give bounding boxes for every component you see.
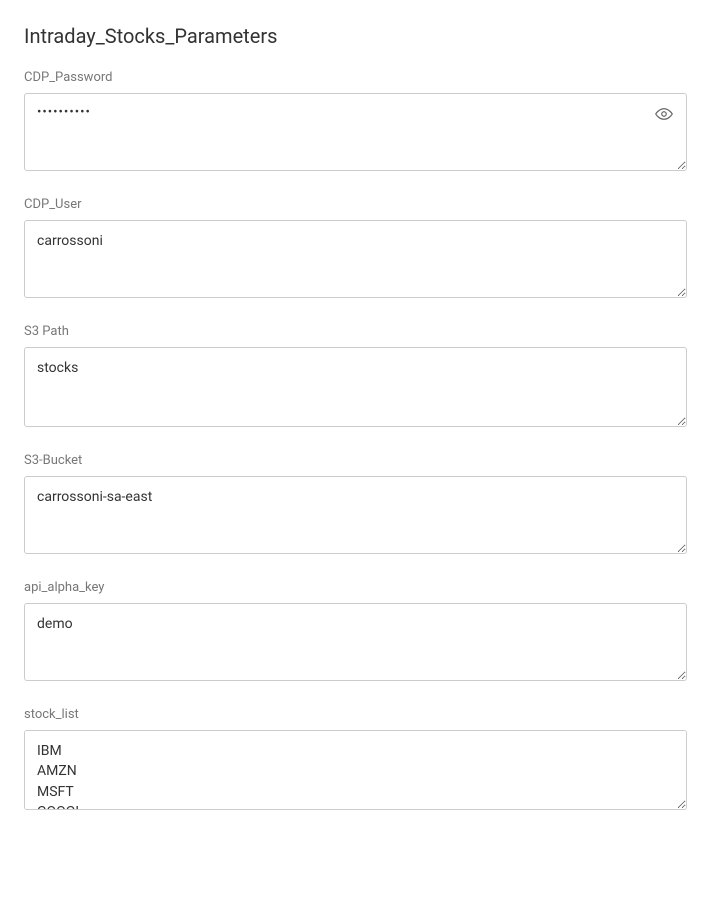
input-api-alpha-key[interactable] (24, 603, 687, 681)
input-s3-bucket[interactable] (24, 476, 687, 554)
field-api-alpha-key: api_alpha_key (24, 580, 687, 685)
input-cdp-password[interactable] (24, 93, 687, 171)
field-stock-list: stock_list (24, 707, 687, 814)
input-wrapper-cdp-password (24, 93, 687, 175)
field-cdp-user: CDP_User (24, 197, 687, 302)
input-s3-path[interactable] (24, 347, 687, 427)
label-cdp-user: CDP_User (24, 197, 687, 212)
label-stock-list: stock_list (24, 707, 687, 722)
field-s3-bucket: S3-Bucket (24, 453, 687, 558)
label-cdp-password: CDP_Password (24, 70, 687, 85)
eye-icon[interactable] (655, 105, 673, 123)
label-s3-bucket: S3-Bucket (24, 453, 687, 468)
input-cdp-user[interactable] (24, 220, 687, 298)
field-s3-path: S3 Path (24, 324, 687, 431)
input-stock-list[interactable] (24, 730, 687, 810)
page-title: Intraday_Stocks_Parameters (24, 24, 687, 48)
field-cdp-password: CDP_Password (24, 70, 687, 175)
label-api-alpha-key: api_alpha_key (24, 580, 687, 595)
label-s3-path: S3 Path (24, 324, 687, 339)
parameters-form: Intraday_Stocks_Parameters CDP_Password … (0, 0, 711, 860)
